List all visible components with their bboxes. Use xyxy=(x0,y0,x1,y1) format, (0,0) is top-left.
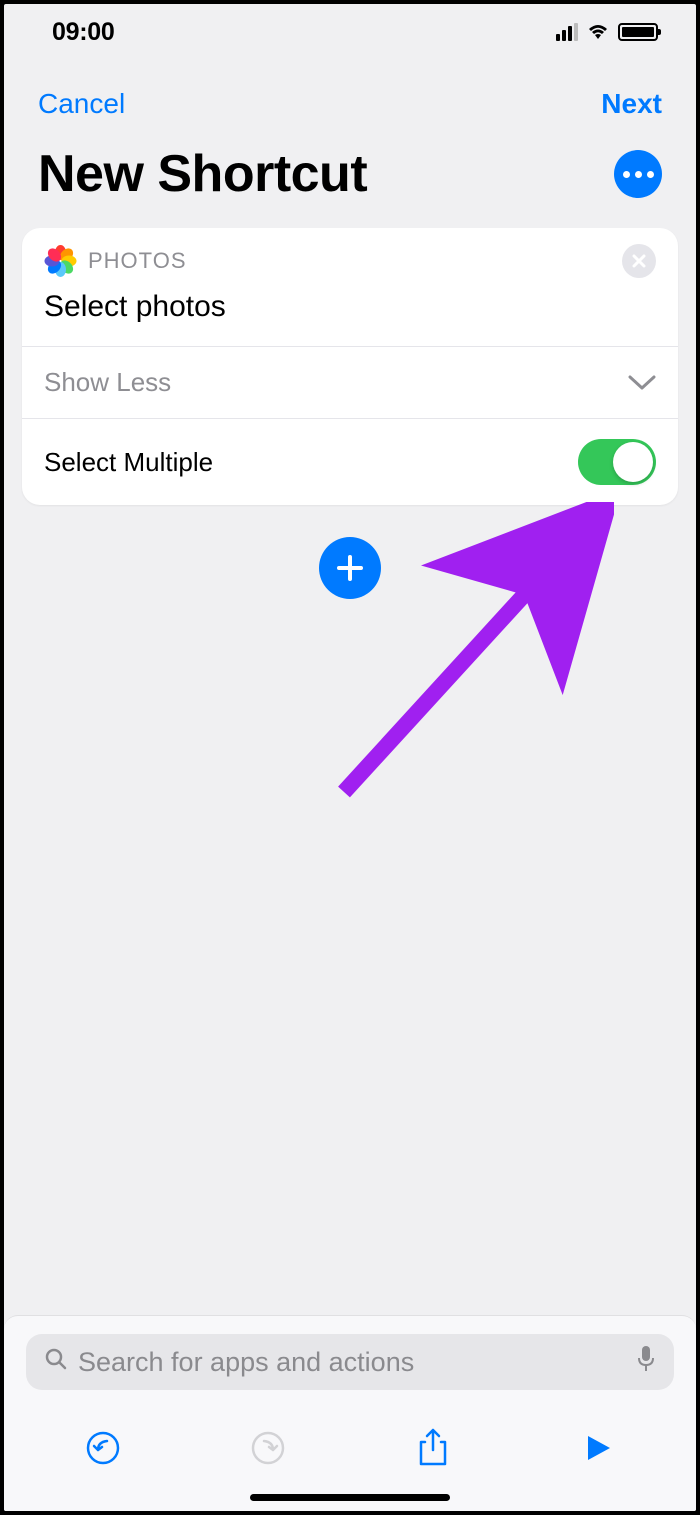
undo-button[interactable] xyxy=(81,1426,125,1470)
toolbar xyxy=(4,1404,696,1494)
microphone-icon xyxy=(636,1345,656,1373)
redo-icon xyxy=(250,1430,286,1466)
select-multiple-toggle[interactable] xyxy=(578,439,656,485)
search-icon xyxy=(44,1347,68,1378)
dictation-button[interactable] xyxy=(636,1345,656,1380)
plus-icon xyxy=(335,553,365,583)
nav-bar: Cancel Next xyxy=(4,60,696,130)
more-button[interactable] xyxy=(614,150,662,198)
action-card: PHOTOS Select photos Show Less Select Mu… xyxy=(22,228,678,505)
ellipsis-icon xyxy=(623,171,654,178)
chevron-down-icon xyxy=(628,367,656,398)
status-time: 09:00 xyxy=(52,18,114,47)
select-multiple-row: Select Multiple xyxy=(22,418,678,505)
run-button[interactable] xyxy=(576,1426,620,1470)
select-multiple-label: Select Multiple xyxy=(44,447,213,478)
status-bar: 09:00 xyxy=(4,4,696,60)
photos-app-icon xyxy=(44,245,76,277)
share-button[interactable] xyxy=(411,1426,455,1470)
action-app-label: PHOTOS xyxy=(88,248,187,274)
search-placeholder: Search for apps and actions xyxy=(78,1347,414,1378)
search-input[interactable]: Search for apps and actions xyxy=(26,1334,674,1390)
play-icon xyxy=(582,1432,614,1464)
wifi-icon xyxy=(586,20,610,45)
bottom-panel: Search for apps and actions xyxy=(4,1315,696,1511)
cellular-signal-icon xyxy=(556,23,578,41)
redo-button xyxy=(246,1426,290,1470)
page-title: New Shortcut xyxy=(38,144,367,204)
action-title: Select photos xyxy=(22,278,678,346)
undo-icon xyxy=(85,1430,121,1466)
show-less-row[interactable]: Show Less xyxy=(22,346,678,418)
show-less-label: Show Less xyxy=(44,367,171,398)
annotation-arrow xyxy=(334,502,614,802)
home-indicator[interactable] xyxy=(250,1494,450,1501)
share-icon xyxy=(417,1428,449,1468)
cancel-button[interactable]: Cancel xyxy=(38,88,125,120)
status-icons xyxy=(556,20,658,45)
battery-icon xyxy=(618,23,658,41)
title-row: New Shortcut xyxy=(4,130,696,228)
next-button[interactable]: Next xyxy=(601,88,662,120)
close-icon xyxy=(631,253,647,269)
remove-action-button[interactable] xyxy=(622,244,656,278)
add-action-button[interactable] xyxy=(319,537,381,599)
